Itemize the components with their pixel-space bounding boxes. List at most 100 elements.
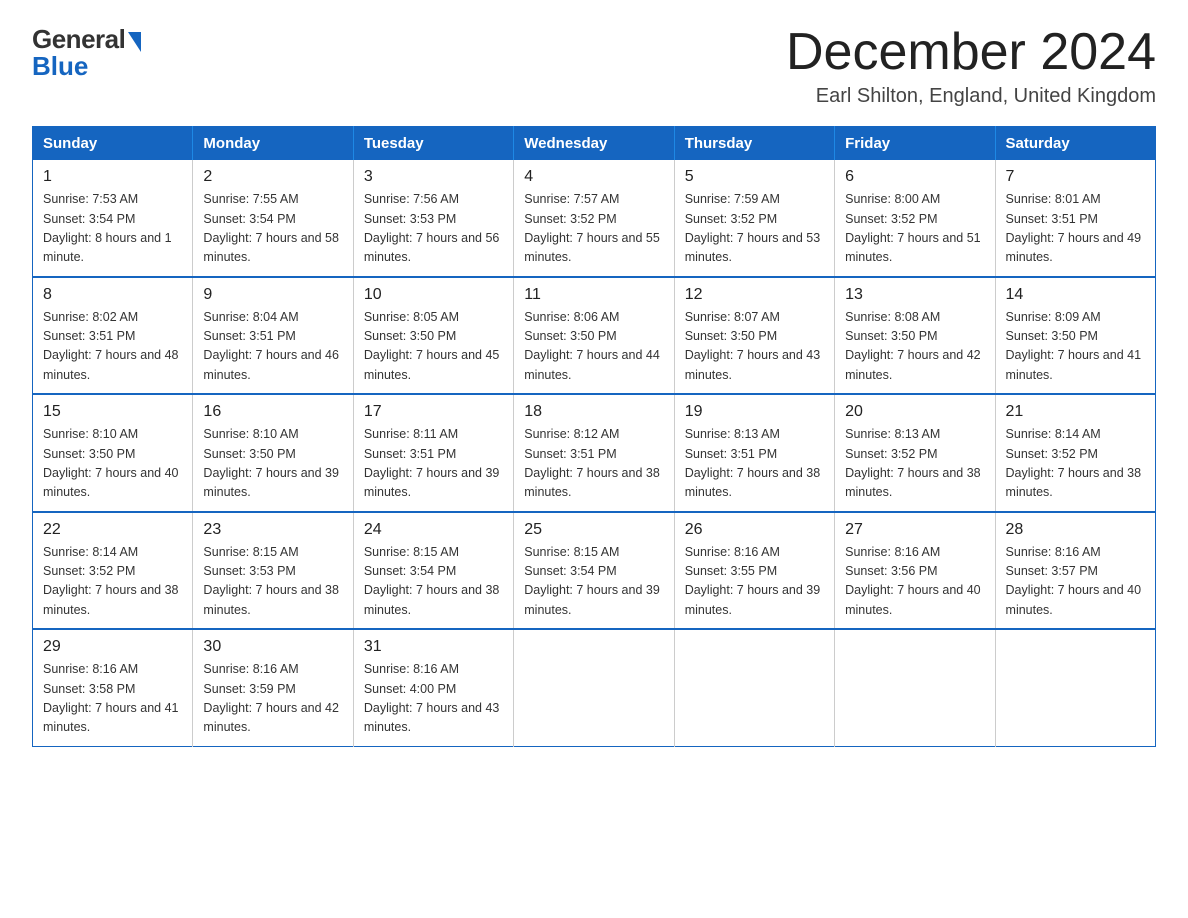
day-cell: 28Sunrise: 8:16 AMSunset: 3:57 PMDayligh… — [995, 512, 1155, 630]
day-number: 23 — [203, 521, 342, 539]
day-info: Sunrise: 8:09 AMSunset: 3:50 PMDaylight:… — [1006, 308, 1145, 386]
day-cell: 30 Sunrise: 8:16 AMSunset: 3:59 PMDayligh… — [193, 629, 353, 746]
day-info: Sunrise: 7:59 AMSunset: 3:52 PMDaylight:… — [685, 190, 824, 268]
day-info: Sunrise: 8:02 AMSunset: 3:51 PMDaylight:… — [43, 308, 182, 386]
day-info: Sunrise: 8:16 AMSunset: 3:55 PMDaylight:… — [685, 543, 824, 621]
day-info: Sunrise: 8:08 AMSunset: 3:50 PMDaylight:… — [845, 308, 984, 386]
calendar-header: SundayMondayTuesdayWednesdayThursdayFrid… — [33, 127, 1156, 161]
day-number: 29 — [43, 638, 182, 656]
day-cell: 11 Sunrise: 8:06 AMSunset: 3:50 PMDayligh… — [514, 277, 674, 395]
day-cell: 18Sunrise: 8:12 AMSunset: 3:51 PMDayligh… — [514, 394, 674, 512]
day-cell: 29Sunrise: 8:16 AMSunset: 3:58 PMDayligh… — [33, 629, 193, 746]
header: General Blue December 2024 Earl Shilton,… — [32, 24, 1156, 108]
weekday-header-friday: Friday — [835, 127, 995, 161]
day-cell: 13 Sunrise: 8:08 AMSunset: 3:50 PMDayligh… — [835, 277, 995, 395]
weekday-header-tuesday: Tuesday — [353, 127, 513, 161]
day-number: 25 — [524, 521, 663, 539]
day-info: Sunrise: 8:10 AMSunset: 3:50 PMDaylight:… — [43, 425, 182, 503]
day-info: Sunrise: 8:15 AMSunset: 3:54 PMDaylight:… — [524, 543, 663, 621]
day-info: Sunrise: 8:16 AMSunset: 4:00 PMDaylight:… — [364, 660, 503, 738]
day-cell: 22Sunrise: 8:14 AMSunset: 3:52 PMDayligh… — [33, 512, 193, 630]
day-cell: 5 Sunrise: 7:59 AMSunset: 3:52 PMDaylight… — [674, 160, 834, 277]
day-info: Sunrise: 7:56 AMSunset: 3:53 PMDaylight:… — [364, 190, 503, 268]
page: General Blue December 2024 Earl Shilton,… — [0, 0, 1188, 779]
day-cell: 27 Sunrise: 8:16 AMSunset: 3:56 PMDayligh… — [835, 512, 995, 630]
day-info: Sunrise: 8:07 AMSunset: 3:50 PMDaylight:… — [685, 308, 824, 386]
week-row-5: 29Sunrise: 8:16 AMSunset: 3:58 PMDayligh… — [33, 629, 1156, 746]
day-cell: 20 Sunrise: 8:13 AMSunset: 3:52 PMDayligh… — [835, 394, 995, 512]
day-cell — [674, 629, 834, 746]
day-cell: 3 Sunrise: 7:56 AMSunset: 3:53 PMDaylight… — [353, 160, 513, 277]
day-cell — [835, 629, 995, 746]
day-cell: 17 Sunrise: 8:11 AMSunset: 3:51 PMDayligh… — [353, 394, 513, 512]
day-info: Sunrise: 8:01 AMSunset: 3:51 PMDaylight:… — [1006, 190, 1145, 268]
day-info: Sunrise: 8:05 AMSunset: 3:50 PMDaylight:… — [364, 308, 503, 386]
day-cell: 26 Sunrise: 8:16 AMSunset: 3:55 PMDayligh… — [674, 512, 834, 630]
day-cell: 14 Sunrise: 8:09 AMSunset: 3:50 PMDayligh… — [995, 277, 1155, 395]
title-block: December 2024 Earl Shilton, England, Uni… — [786, 24, 1156, 108]
day-number: 3 — [364, 168, 503, 186]
day-cell: 23 Sunrise: 8:15 AMSunset: 3:53 PMDayligh… — [193, 512, 353, 630]
weekday-header-thursday: Thursday — [674, 127, 834, 161]
day-cell: 4 Sunrise: 7:57 AMSunset: 3:52 PMDaylight… — [514, 160, 674, 277]
day-number: 14 — [1006, 286, 1145, 304]
day-number: 20 — [845, 403, 984, 421]
day-cell: 16 Sunrise: 8:10 AMSunset: 3:50 PMDayligh… — [193, 394, 353, 512]
day-number: 8 — [43, 286, 182, 304]
calendar-table: SundayMondayTuesdayWednesdayThursdayFrid… — [32, 126, 1156, 747]
week-row-2: 8 Sunrise: 8:02 AMSunset: 3:51 PMDaylight… — [33, 277, 1156, 395]
day-cell: 21Sunrise: 8:14 AMSunset: 3:52 PMDayligh… — [995, 394, 1155, 512]
day-number: 5 — [685, 168, 824, 186]
day-number: 9 — [203, 286, 342, 304]
weekday-header-sunday: Sunday — [33, 127, 193, 161]
day-info: Sunrise: 8:00 AMSunset: 3:52 PMDaylight:… — [845, 190, 984, 268]
day-info: Sunrise: 8:16 AMSunset: 3:59 PMDaylight:… — [203, 660, 342, 738]
day-number: 19 — [685, 403, 824, 421]
logo-blue-text: Blue — [32, 51, 141, 82]
day-number: 17 — [364, 403, 503, 421]
day-cell: 9 Sunrise: 8:04 AMSunset: 3:51 PMDaylight… — [193, 277, 353, 395]
day-number: 21 — [1006, 403, 1145, 421]
day-info: Sunrise: 8:12 AMSunset: 3:51 PMDaylight:… — [524, 425, 663, 503]
day-info: Sunrise: 7:55 AMSunset: 3:54 PMDaylight:… — [203, 190, 342, 268]
day-number: 27 — [845, 521, 984, 539]
day-number: 4 — [524, 168, 663, 186]
day-number: 30 — [203, 638, 342, 656]
week-row-4: 22Sunrise: 8:14 AMSunset: 3:52 PMDayligh… — [33, 512, 1156, 630]
day-cell: 8 Sunrise: 8:02 AMSunset: 3:51 PMDaylight… — [33, 277, 193, 395]
day-number: 7 — [1006, 168, 1145, 186]
day-info: Sunrise: 8:16 AMSunset: 3:56 PMDaylight:… — [845, 543, 984, 621]
day-number: 10 — [364, 286, 503, 304]
weekday-header-wednesday: Wednesday — [514, 127, 674, 161]
day-number: 16 — [203, 403, 342, 421]
calendar-title: December 2024 — [786, 24, 1156, 81]
day-number: 1 — [43, 168, 182, 186]
day-info: Sunrise: 8:06 AMSunset: 3:50 PMDaylight:… — [524, 308, 663, 386]
calendar-body: 1Sunrise: 7:53 AMSunset: 3:54 PMDaylight… — [33, 160, 1156, 746]
day-info: Sunrise: 8:13 AMSunset: 3:52 PMDaylight:… — [845, 425, 984, 503]
day-cell: 12Sunrise: 8:07 AMSunset: 3:50 PMDayligh… — [674, 277, 834, 395]
day-info: Sunrise: 8:10 AMSunset: 3:50 PMDaylight:… — [203, 425, 342, 503]
day-number: 15 — [43, 403, 182, 421]
day-cell: 24Sunrise: 8:15 AMSunset: 3:54 PMDayligh… — [353, 512, 513, 630]
logo: General Blue — [32, 24, 141, 82]
day-info: Sunrise: 8:15 AMSunset: 3:54 PMDaylight:… — [364, 543, 503, 621]
day-cell: 15 Sunrise: 8:10 AMSunset: 3:50 PMDayligh… — [33, 394, 193, 512]
day-cell: 2 Sunrise: 7:55 AMSunset: 3:54 PMDaylight… — [193, 160, 353, 277]
calendar-subtitle: Earl Shilton, England, United Kingdom — [786, 85, 1156, 108]
day-cell — [514, 629, 674, 746]
day-number: 26 — [685, 521, 824, 539]
logo-arrow-icon — [128, 32, 141, 52]
weekday-row: SundayMondayTuesdayWednesdayThursdayFrid… — [33, 127, 1156, 161]
day-info: Sunrise: 8:04 AMSunset: 3:51 PMDaylight:… — [203, 308, 342, 386]
day-cell: 7 Sunrise: 8:01 AMSunset: 3:51 PMDaylight… — [995, 160, 1155, 277]
day-number: 31 — [364, 638, 503, 656]
day-number: 6 — [845, 168, 984, 186]
day-info: Sunrise: 8:11 AMSunset: 3:51 PMDaylight:… — [364, 425, 503, 503]
day-number: 13 — [845, 286, 984, 304]
day-info: Sunrise: 8:15 AMSunset: 3:53 PMDaylight:… — [203, 543, 342, 621]
day-number: 11 — [524, 286, 663, 304]
day-cell: 19Sunrise: 8:13 AMSunset: 3:51 PMDayligh… — [674, 394, 834, 512]
day-info: Sunrise: 7:57 AMSunset: 3:52 PMDaylight:… — [524, 190, 663, 268]
day-number: 2 — [203, 168, 342, 186]
